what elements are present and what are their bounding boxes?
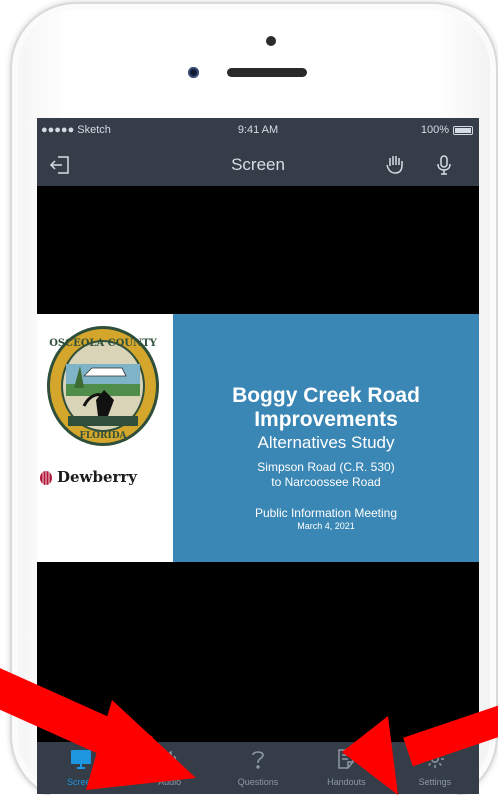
dewberry-wordmark: Dewberry bbox=[57, 468, 138, 486]
status-bar: ●●●●● Sketch 9:41 AM 100% bbox=[37, 118, 479, 144]
svg-text:OSCEOLA COUNTY: OSCEOLA COUNTY bbox=[49, 338, 157, 349]
earpiece-speaker bbox=[227, 68, 307, 77]
slide-title-panel: Boggy Creek Road Improvements Alternativ… bbox=[173, 314, 479, 562]
battery-icon bbox=[453, 126, 473, 135]
battery-percent: 100% bbox=[420, 124, 449, 136]
tab-label-screen: Screen bbox=[66, 777, 96, 787]
slide-route-line-1: Simpson Road (C.R. 530) bbox=[257, 460, 395, 474]
slide-route-line-2: to Narcoossee Road bbox=[271, 475, 381, 489]
app-screen: ●●●●● Sketch 9:41 AM 100% Screen OSCEOLA… bbox=[37, 118, 479, 794]
tab-label-questions: Questions bbox=[237, 777, 279, 787]
tab-audio[interactable]: Audio bbox=[125, 742, 213, 794]
slide-logo-panel: OSCEOLA COUNTY FLORIDA Dewberry bbox=[37, 314, 173, 562]
front-sensor bbox=[266, 36, 276, 46]
tab-handouts[interactable]: Handouts bbox=[302, 742, 390, 794]
slide-meeting-label: Public Information Meeting bbox=[254, 506, 398, 520]
tab-settings[interactable]: Settings bbox=[391, 742, 479, 794]
gear-icon bbox=[425, 750, 444, 768]
page-title: Screen bbox=[231, 155, 285, 174]
slide-title-line-1: Boggy Creek Road bbox=[232, 384, 420, 407]
status-time: 9:41 AM bbox=[237, 124, 279, 136]
dewberry-mark-icon bbox=[40, 471, 52, 485]
question-mark-icon bbox=[252, 751, 264, 769]
slide-title-line-2: Improvements bbox=[254, 408, 398, 431]
dewberry-logo: Dewberry bbox=[39, 466, 173, 488]
slide-date: March 4, 2021 bbox=[297, 521, 355, 531]
slide-subtitle: Alternatives Study bbox=[257, 433, 395, 452]
monitor-icon bbox=[71, 750, 92, 769]
document-icon bbox=[338, 749, 355, 769]
presentation-slide: OSCEOLA COUNTY FLORIDA Dewberry Boggy Cr… bbox=[37, 314, 479, 562]
tab-label-handouts: Handouts bbox=[327, 777, 366, 787]
speaker-phone-icon bbox=[160, 750, 176, 768]
tab-label-settings: Settings bbox=[418, 777, 452, 787]
tab-screen[interactable]: Screen bbox=[37, 742, 125, 794]
front-camera bbox=[188, 67, 199, 78]
svg-text:FLORIDA: FLORIDA bbox=[79, 431, 127, 441]
county-seal-logo: OSCEOLA COUNTY FLORIDA bbox=[47, 326, 159, 446]
tab-bar: Screen Audio Questions Handouts Settings bbox=[37, 742, 479, 794]
nav-bar: Screen bbox=[37, 144, 479, 186]
tab-label-audio: Audio bbox=[158, 777, 182, 787]
raise-hand-icon[interactable] bbox=[383, 153, 407, 177]
microphone-icon[interactable] bbox=[432, 153, 456, 177]
tab-questions[interactable]: Questions bbox=[214, 742, 302, 794]
